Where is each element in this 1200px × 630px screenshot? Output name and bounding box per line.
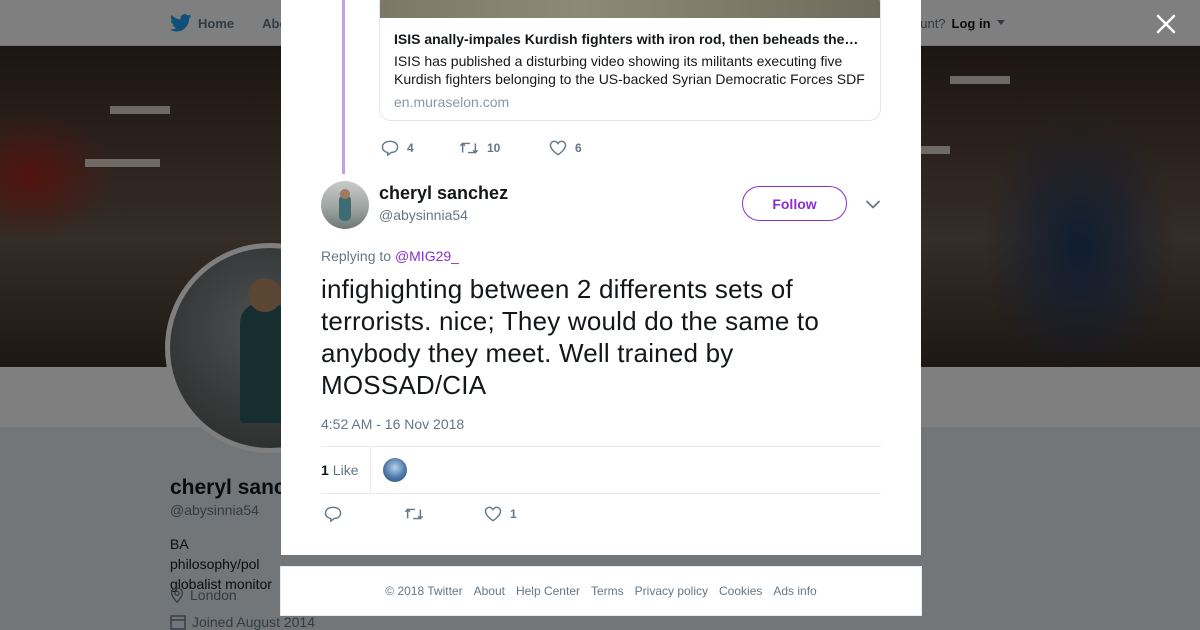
reply-button[interactable]: 4: [381, 140, 459, 156]
avatar-figure-head: [340, 189, 350, 199]
retweet-count: 10: [487, 141, 501, 155]
divider: [321, 493, 881, 494]
likes-stat-label: Like: [332, 462, 359, 478]
tweet-modal: ISIS anally-impales Kurdish fighters wit…: [281, 0, 921, 555]
liker-avatar[interactable]: [383, 458, 408, 482]
likes-stat-count: 1: [321, 462, 329, 478]
link-preview-card[interactable]: ISIS anally-impales Kurdish fighters wit…: [379, 0, 881, 121]
retweet-icon: [459, 142, 479, 154]
heart-icon: [484, 506, 502, 522]
footer-link-ads-info[interactable]: Ads info: [773, 584, 816, 598]
footer-link-about[interactable]: About: [474, 584, 505, 598]
card-description: ISIS has published a disturbing video sh…: [394, 53, 865, 87]
footer-link-terms[interactable]: Terms: [591, 584, 624, 598]
tweet-stats: 1 Like: [321, 447, 881, 493]
replying-to: Replying to @MIG29_: [321, 248, 459, 264]
retweet-icon: [404, 508, 424, 520]
parent-tweet-actions: 4 10 6: [381, 140, 582, 156]
like-count: 1: [510, 507, 517, 521]
author-handle[interactable]: @abysinnia54: [379, 207, 468, 223]
footer-link-help-center[interactable]: Help Center: [516, 584, 580, 598]
heart-icon: [549, 140, 567, 156]
close-icon[interactable]: [1152, 10, 1180, 38]
reply-button[interactable]: [324, 506, 404, 522]
footer-copyright: © 2018 Twitter: [385, 584, 463, 598]
card-image: [380, 0, 880, 18]
tweet-actions: 1: [324, 506, 517, 522]
card-title: ISIS anally-impales Kurdish fighters wit…: [394, 31, 859, 47]
footer-link-privacy[interactable]: Privacy policy: [635, 584, 708, 598]
follow-button[interactable]: Follow: [742, 186, 847, 221]
like-button[interactable]: 6: [549, 140, 582, 156]
replying-to-link[interactable]: @MIG29_: [395, 248, 459, 264]
footer: © 2018 Twitter About Help Center Terms P…: [280, 566, 922, 616]
reply-icon: [381, 140, 399, 156]
like-count: 6: [575, 141, 582, 155]
reply-count: 4: [407, 141, 414, 155]
replying-prefix: Replying to: [321, 248, 392, 264]
likes-stat[interactable]: 1 Like: [321, 447, 372, 493]
footer-link-cookies[interactable]: Cookies: [719, 584, 762, 598]
card-domain: en.muraselon.com: [394, 94, 510, 110]
conversation-thread-line: [342, 0, 345, 174]
retweet-button[interactable]: [404, 506, 484, 522]
author-avatar[interactable]: [321, 181, 369, 229]
tweet-timestamp[interactable]: 4:52 AM - 16 Nov 2018: [321, 416, 464, 432]
retweet-button[interactable]: 10: [459, 140, 549, 156]
tweet-text: infighighting between 2 differents sets …: [321, 274, 820, 400]
like-button[interactable]: 1: [484, 506, 517, 522]
chevron-down-icon[interactable]: [864, 195, 882, 213]
author-name[interactable]: cheryl sanchez: [379, 183, 508, 204]
reply-icon: [324, 506, 342, 522]
